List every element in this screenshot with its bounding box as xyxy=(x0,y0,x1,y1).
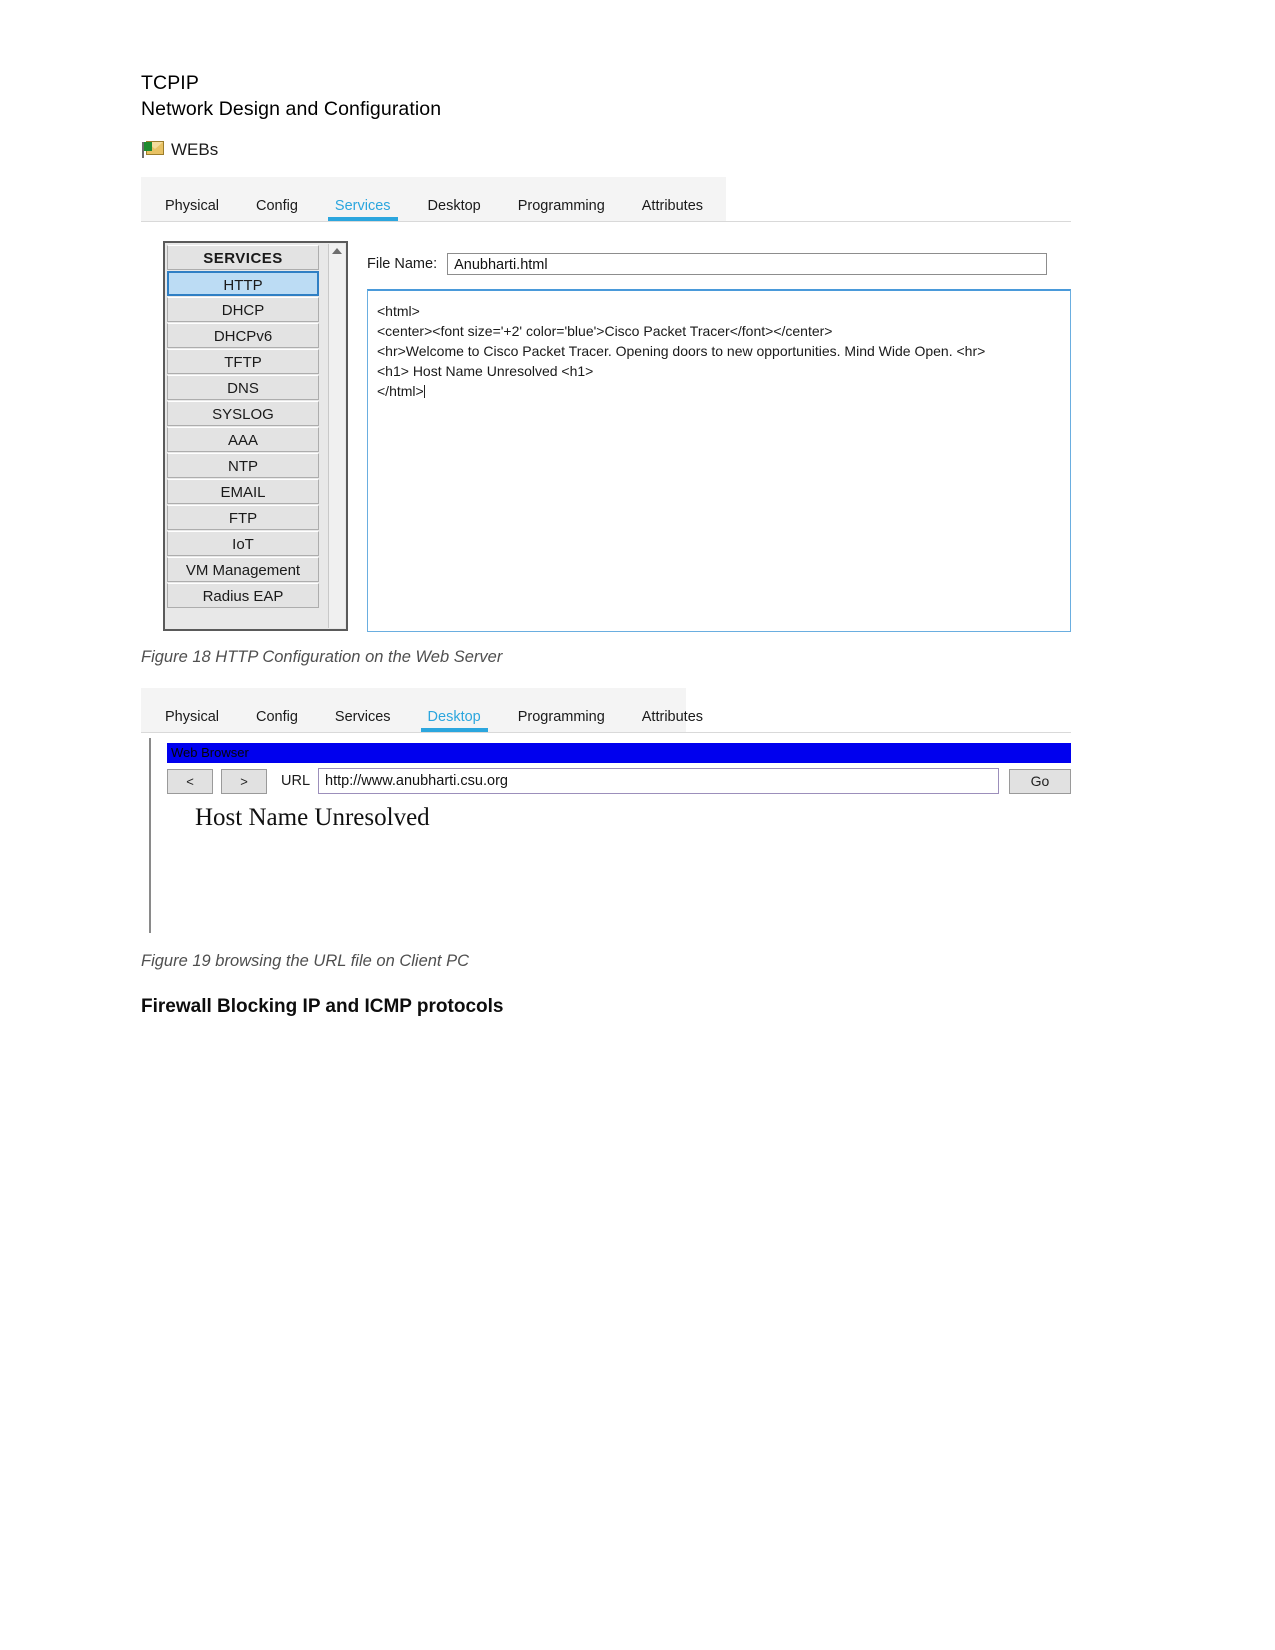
tab-desktop[interactable]: Desktop xyxy=(420,709,488,732)
tab-programming[interactable]: Programming xyxy=(518,198,605,221)
tab-attributes[interactable]: Attributes xyxy=(642,198,703,221)
code-line-2: <center><font size='+2' color='blue'>Cis… xyxy=(377,323,833,339)
tab-services[interactable]: Services xyxy=(335,709,391,732)
text-caret xyxy=(423,385,425,398)
file-name-input[interactable]: Anubharti.html xyxy=(447,253,1048,275)
device-label: WEBs xyxy=(141,140,218,160)
web-browser-window: Web Browser < > URL http://www.anubharti… xyxy=(149,738,1071,933)
doc-title-line2: Network Design and Configuration xyxy=(141,98,442,120)
tabbar-filler xyxy=(686,688,1071,732)
browser-go-button[interactable]: Go xyxy=(1009,768,1071,794)
code-line-5: </html> xyxy=(377,383,424,399)
tab-config[interactable]: Config xyxy=(256,198,298,221)
services-item-ftp[interactable]: FTP xyxy=(167,505,319,530)
services-scrollbar[interactable] xyxy=(328,244,345,628)
tab-physical[interactable]: Physical xyxy=(165,709,219,732)
file-name-label: File Name: xyxy=(367,256,438,272)
tab-attributes[interactable]: Attributes xyxy=(642,709,703,732)
html-code-editor[interactable]: <html> <center><font size='+2' color='bl… xyxy=(367,289,1071,632)
services-item-dhcp[interactable]: DHCP xyxy=(167,297,319,322)
figure-19-screenshot: Physical Config Services Desktop Program… xyxy=(141,688,1071,933)
figure19-tabbar: Physical Config Services Desktop Program… xyxy=(141,688,1071,733)
url-label: URL xyxy=(281,773,311,789)
browser-url-row: < > URL http://www.anubharti.csu.org Go xyxy=(167,766,1071,796)
browser-titlebar: Web Browser xyxy=(167,743,1071,763)
services-item-aaa[interactable]: AAA xyxy=(167,427,319,452)
services-item-iot[interactable]: IoT xyxy=(167,531,319,556)
tab-physical[interactable]: Physical xyxy=(165,198,219,221)
services-list: SERVICES HTTP DHCP DHCPv6 TFTP DNS SYSLO… xyxy=(167,245,319,609)
services-list-header: SERVICES xyxy=(167,245,319,270)
page-heading: Host Name Unresolved xyxy=(195,804,430,831)
device-name: WEBs xyxy=(171,140,219,159)
browser-page-content: Host Name Unresolved xyxy=(167,798,1071,930)
services-panel: SERVICES HTTP DHCP DHCPv6 TFTP DNS SYSLO… xyxy=(163,241,348,631)
services-item-email[interactable]: EMAIL xyxy=(167,479,319,504)
figure18-tabbar: Physical Config Services Desktop Program… xyxy=(141,177,1071,222)
browser-forward-button[interactable]: > xyxy=(221,768,267,794)
code-line-4: <h1> Host Name Unresolved <h1> xyxy=(377,363,594,379)
services-item-dns[interactable]: DNS xyxy=(167,375,319,400)
figure-18-screenshot: Physical Config Services Desktop Program… xyxy=(141,177,1071,632)
code-line-3: <hr>Welcome to Cisco Packet Tracer. Open… xyxy=(377,343,986,359)
tab-config[interactable]: Config xyxy=(256,709,298,732)
services-item-ntp[interactable]: NTP xyxy=(167,453,319,478)
document-page: TCPIP Network Design and Configuration W… xyxy=(0,0,1275,1650)
chevron-up-icon[interactable] xyxy=(332,248,342,254)
tab-desktop[interactable]: Desktop xyxy=(428,198,481,221)
file-name-row: File Name: Anubharti.html xyxy=(367,253,1067,275)
services-item-http[interactable]: HTTP xyxy=(167,271,319,296)
tabbar-filler xyxy=(726,177,1071,221)
figure-19-caption: Figure 19 browsing the URL file on Clien… xyxy=(141,952,470,970)
url-input[interactable]: http://www.anubharti.csu.org xyxy=(318,768,999,794)
tab-services[interactable]: Services xyxy=(327,198,398,221)
server-envelope-icon xyxy=(141,140,164,160)
services-item-dhcpv6[interactable]: DHCPv6 xyxy=(167,323,319,348)
services-item-syslog[interactable]: SYSLOG xyxy=(167,401,319,426)
services-item-radius-eap[interactable]: Radius EAP xyxy=(167,583,319,608)
doc-title-line1: TCPIP xyxy=(141,72,199,94)
figure-18-caption: Figure 18 HTTP Configuration on the Web … xyxy=(141,648,503,666)
page-title: TCPIP Network Design and Configuration xyxy=(141,70,441,122)
services-item-vm-management[interactable]: VM Management xyxy=(167,557,319,582)
code-line-1: <html> xyxy=(377,303,420,319)
section-heading: Firewall Blocking IP and ICMP protocols xyxy=(141,996,504,1017)
services-item-tftp[interactable]: TFTP xyxy=(167,349,319,374)
tab-programming[interactable]: Programming xyxy=(518,709,605,732)
browser-back-button[interactable]: < xyxy=(167,768,213,794)
